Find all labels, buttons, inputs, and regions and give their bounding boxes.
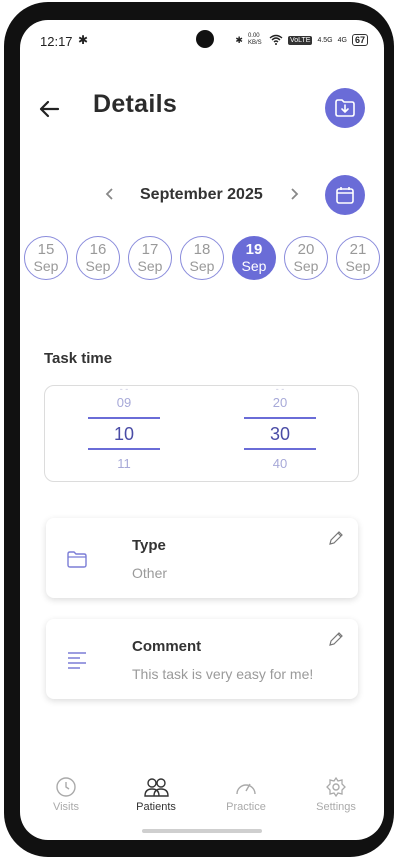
minute-current: 30 [269,424,291,444]
day-number: 15 [37,241,55,258]
calendar-button[interactable] [325,175,365,215]
type-card[interactable]: Type Other [46,518,358,598]
calendar-icon [336,187,354,204]
chevron-right-icon [291,188,299,200]
prev-month-button[interactable] [102,186,118,202]
day-number: 18 [193,241,211,258]
page-title: Details [93,90,178,118]
gauge-icon [236,783,256,795]
day-selector: 15 Sep 16 Sep 17 Sep 18 Sep 19 Sep 20 Se… [24,236,384,282]
day-pill[interactable]: 21 Sep [336,236,380,280]
day-number: 21 [349,241,367,258]
day-month: Sep [85,258,111,274]
status-bar: 12:17 ✱ ✱ 0.00 KB/S VoLTE 4.5G 4G 67 [20,20,384,60]
wifi-icon [269,34,283,47]
folder-download-icon [335,99,355,117]
hour-current: 10 [113,424,135,444]
hour-faint-top: - - [119,385,129,394]
nav-label: Settings [316,801,356,813]
screen: 12:17 ✱ ✱ 0.00 KB/S VoLTE 4.5G 4G 67 Det… [20,20,384,840]
day-month: Sep [293,258,319,274]
nav-visits[interactable]: Visits [26,772,106,813]
picker-line [244,448,316,450]
network-1: 4.5G [317,36,333,44]
day-pill[interactable]: 18 Sep [180,236,224,280]
people-icon [144,778,169,797]
nav-practice[interactable]: Practice [206,772,286,813]
volume-button [388,282,394,332]
day-month: Sep [137,258,163,274]
status-indicators: ✱ 0.00 KB/S VoLTE 4.5G 4G 67 [235,33,368,47]
text-lines-icon [68,652,86,669]
nav-label: Patients [136,801,176,813]
bluetooth-icon: ✱ [78,33,89,47]
day-pill[interactable]: 20 Sep [284,236,328,280]
type-title: Type [132,537,166,554]
home-indicator[interactable] [142,829,262,833]
day-number: 16 [89,241,107,258]
data-speed: 0.00 KB/S [247,33,262,46]
day-month: Sep [241,258,267,274]
nav-patients[interactable]: Patients [116,772,196,813]
comment-card[interactable]: Comment This task is very easy for me! [46,619,358,699]
volte-badge: VoLTE [287,35,313,45]
front-camera [196,30,214,48]
chevron-left-icon [105,188,113,200]
folder-icon [67,551,87,568]
type-value: Other [132,565,168,581]
phone-frame: 12:17 ✱ ✱ 0.00 KB/S VoLTE 4.5G 4G 67 Det… [4,2,394,857]
day-number: 19 [245,241,263,258]
back-button[interactable] [38,98,60,120]
comment-title: Comment [132,638,202,655]
clock-icon [56,777,76,797]
task-time-label: Task time [44,350,113,367]
day-number: 20 [297,241,315,258]
bluetooth-status-icon: ✱ [235,34,243,45]
arrow-left-icon [39,100,60,118]
next-month-button[interactable] [286,186,302,202]
month-label: September 2025 [140,186,263,203]
nav-settings[interactable]: Settings [296,772,376,813]
day-month: Sep [189,258,215,274]
power-button [388,387,394,487]
minute-above: 20 [272,395,288,410]
day-month: Sep [345,258,371,274]
picker-line [88,448,160,450]
download-button[interactable] [325,88,365,128]
picker-line [88,417,160,419]
battery-level: 67 [351,34,368,46]
gear-icon [326,776,346,798]
day-pill-selected[interactable]: 19 Sep [232,236,276,280]
hour-above: 09 [116,395,132,410]
nav-label: Visits [52,801,80,813]
minute-faint-top: - - [275,385,285,394]
time-picker: - - 09 10 11 - - 20 30 40 [44,385,359,482]
day-number: 17 [141,241,159,258]
pencil-icon[interactable] [328,530,344,546]
day-pill[interactable]: 16 Sep [76,236,120,280]
day-month: Sep [33,258,59,274]
day-pill[interactable]: 17 Sep [128,236,172,280]
bottom-navigation: Visits Patients Practice Settings [20,772,384,824]
status-time: 12:17 [40,34,73,49]
picker-line [244,417,316,419]
nav-label: Practice [226,801,266,813]
minute-wheel[interactable]: - - 20 30 40 [244,385,316,481]
pencil-icon[interactable] [328,631,344,647]
day-pill[interactable]: 15 Sep [24,236,68,280]
network-2: 4G [337,36,347,44]
minute-below: 40 [272,456,288,471]
hour-below: 11 [117,456,131,471]
hour-wheel[interactable]: - - 09 10 11 [88,385,160,481]
comment-value: This task is very easy for me! [132,666,314,682]
